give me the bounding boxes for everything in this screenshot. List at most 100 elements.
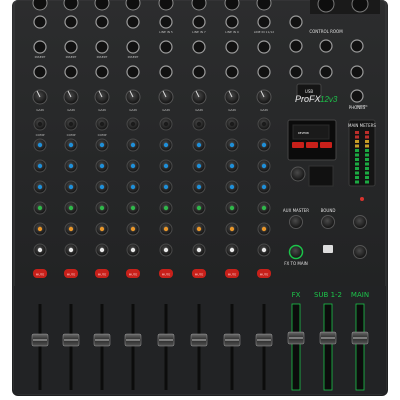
phones-level-knob[interactable]	[353, 215, 367, 229]
gain-label: GAIN	[162, 108, 170, 112]
low-cut-knob-cap	[68, 121, 74, 127]
fx-to-phones-switch[interactable]	[323, 245, 333, 253]
eq-high-knob-cap	[196, 142, 202, 148]
fx-to-main-knob[interactable]	[288, 244, 304, 260]
line-input-jack[interactable]	[257, 15, 271, 29]
fx-knob-cap	[196, 226, 202, 232]
aux-knob-cap	[68, 205, 74, 211]
phones-jack[interactable]	[350, 89, 364, 103]
foot-switch-jack[interactable]	[350, 65, 364, 79]
control-room-level-knob[interactable]	[353, 245, 367, 259]
line-input-right-jack[interactable]	[225, 65, 239, 79]
fx-knob-cap	[37, 226, 43, 232]
xlr-input-jack[interactable]	[125, 0, 141, 11]
fader-track	[197, 304, 201, 390]
xlr-input-jack[interactable]	[191, 0, 207, 11]
mute-label: MUTE	[36, 273, 45, 277]
mute-label: MUTE	[260, 273, 269, 277]
xlr-input-jack[interactable]	[158, 0, 174, 11]
meter-led-left	[355, 158, 359, 161]
fx-select-encoder[interactable]	[290, 166, 306, 182]
insert-jack[interactable]	[33, 40, 47, 54]
meter-led-left	[355, 149, 359, 152]
mute-label: MUTE	[129, 273, 138, 277]
xlr-input-jack[interactable]	[63, 0, 79, 11]
xlr-input-jack[interactable]	[256, 0, 272, 11]
low-cut-knob-cap	[196, 121, 202, 127]
eq-high-knob-cap	[163, 142, 169, 148]
line-input-jack-2[interactable]	[126, 65, 140, 79]
line-input-jack[interactable]	[33, 15, 47, 29]
fader-track	[164, 304, 168, 390]
eq-mid-knob-cap	[196, 163, 202, 169]
comp-label: COMP	[98, 133, 107, 137]
insert-jack[interactable]	[225, 40, 239, 54]
line-input-jack-2[interactable]	[64, 65, 78, 79]
fader-track	[100, 304, 104, 390]
aux-knob-cap	[99, 205, 105, 211]
eq-mid-knob-cap	[37, 163, 43, 169]
low-cut-knob-cap	[229, 121, 235, 127]
eq-low-knob-cap	[229, 184, 235, 190]
main-out-right-xlr[interactable]	[351, 0, 369, 13]
pan-knob-cap	[37, 247, 43, 253]
fx-knob-cap	[261, 226, 267, 232]
meter-led-right	[365, 162, 369, 166]
line-input-jack[interactable]	[192, 15, 206, 29]
gain-label: GAIN	[36, 108, 44, 112]
line-input-right-jack[interactable]	[257, 65, 271, 79]
line-input-jack-2[interactable]	[95, 65, 109, 79]
insert-jack[interactable]	[126, 40, 140, 54]
meter-led-right	[365, 135, 369, 139]
line-input-jack[interactable]	[64, 15, 78, 29]
meter-led-left	[355, 171, 359, 175]
fx-send-jack[interactable]	[289, 39, 303, 53]
eq-mid-knob-cap	[261, 163, 267, 169]
eq-low-knob-cap	[99, 184, 105, 190]
line-input-jack[interactable]	[159, 15, 173, 29]
line-input-right-jack[interactable]	[192, 65, 206, 79]
sub-out-left-jack[interactable]	[289, 65, 303, 79]
control-room-right-jack[interactable]	[350, 39, 364, 53]
fx-select-button[interactable]	[320, 142, 332, 148]
fx-fader-track	[291, 303, 301, 391]
aux-knob-cap	[163, 205, 169, 211]
main-out-left-xlr[interactable]	[317, 0, 335, 13]
insert-jack[interactable]	[192, 40, 206, 54]
line-input-right-jack[interactable]	[159, 65, 173, 79]
insert-jack[interactable]	[95, 40, 109, 54]
meter-led-right	[365, 158, 369, 161]
bound-knob[interactable]	[321, 215, 335, 229]
fx-mode-button[interactable]	[306, 142, 318, 148]
line-in-label: LINE IN 5	[159, 30, 173, 34]
insert-jack[interactable]	[159, 40, 173, 54]
eq-high-knob-cap	[261, 142, 267, 148]
line-input-jack[interactable]	[95, 15, 109, 29]
xlr-input-jack[interactable]	[224, 0, 240, 11]
pan-knob-cap	[229, 247, 235, 253]
xlr-input-jack[interactable]	[94, 0, 110, 11]
eq-high-knob-cap	[68, 142, 74, 148]
sub-out-right-jack[interactable]	[319, 65, 333, 79]
aux-send-jack[interactable]	[289, 15, 303, 29]
line-input-jack[interactable]	[225, 15, 239, 29]
meter-led-right	[365, 176, 369, 179]
insert-label: INSERT	[128, 55, 139, 59]
line-input-jack[interactable]	[126, 15, 140, 29]
fader-track	[131, 304, 135, 390]
aux-master-knob[interactable]	[289, 215, 303, 229]
meter-led-right	[365, 153, 369, 157]
power-led	[360, 197, 364, 201]
fx-tap-button[interactable]	[292, 142, 304, 148]
meter-led-right	[365, 180, 369, 184]
insert-jack[interactable]	[257, 40, 271, 54]
sub-fader-track	[323, 303, 333, 391]
xlr-input-jack[interactable]	[32, 0, 48, 11]
insert-jack[interactable]	[64, 40, 78, 54]
control-room-left-jack[interactable]	[319, 39, 333, 53]
mute-label: MUTE	[195, 273, 204, 277]
low-cut-knob-cap	[163, 121, 169, 127]
mute-label: MUTE	[98, 273, 107, 277]
line-input-jack-2[interactable]	[33, 65, 47, 79]
comp-label: COMP	[36, 133, 45, 137]
